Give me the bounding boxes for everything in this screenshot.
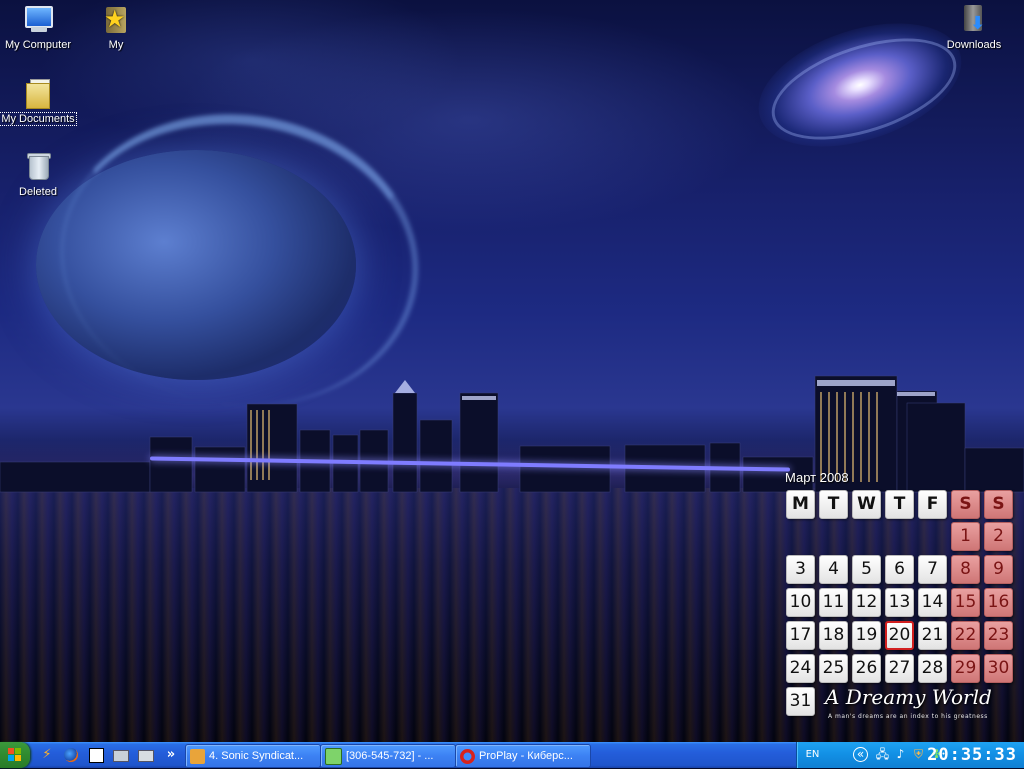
calendar-weekday-header: F — [918, 490, 947, 519]
system-tray: EN « 🖧 ♪ ⛨ ✤ 20:35:33 — [796, 742, 1024, 768]
calendar-day[interactable]: 18 — [819, 621, 848, 650]
calendar-day[interactable]: 14 — [918, 588, 947, 617]
calendar-day[interactable]: 10 — [786, 588, 815, 617]
firefox-icon[interactable] — [62, 746, 80, 764]
network-monitor-icon[interactable]: 🖧 — [875, 747, 890, 762]
shield-icon[interactable]: ⛨ — [911, 747, 926, 762]
task-button-label: 4. Sonic Syndicat... — [209, 750, 304, 762]
calendar-day-today[interactable]: 20 — [885, 621, 914, 650]
calendar-weekday-header: S — [951, 490, 980, 519]
calendar-day[interactable]: 17 — [786, 621, 815, 650]
calendar-brand: A Dreamy World — [825, 685, 992, 709]
task-button-label: ProPlay - Киберс... — [479, 750, 573, 762]
desktop-icon-label: Deleted — [19, 186, 57, 198]
calendar-day[interactable]: 15 — [951, 588, 980, 617]
desktop-icon-my[interactable]: ★ My — [78, 3, 154, 51]
calendar-motto: A man's dreams are an index to his great… — [828, 713, 988, 720]
calendar-day[interactable]: 9 — [984, 555, 1013, 584]
recycle-bin-icon — [22, 150, 54, 182]
task-button-chat[interactable]: [306-545-732] - ... — [320, 744, 456, 768]
desktop-icon-my-documents[interactable]: My Documents — [0, 77, 77, 126]
calendar-day[interactable]: 3 — [786, 555, 815, 584]
calendar-day[interactable]: 30 — [984, 654, 1013, 683]
favorites-folder-icon: ★ — [104, 5, 126, 33]
desktop-icon-label: My Documents — [0, 112, 77, 126]
task-button-label: [306-545-732] - ... — [346, 750, 434, 762]
language-indicator[interactable]: EN — [805, 747, 820, 762]
calendar-day[interactable]: 25 — [819, 654, 848, 683]
calendar-day[interactable]: 2 — [984, 522, 1013, 551]
start-button[interactable] — [0, 742, 30, 768]
calendar-day[interactable]: 13 — [885, 588, 914, 617]
calendar-weekday-header: T — [819, 490, 848, 519]
calendar-day[interactable]: 16 — [984, 588, 1013, 617]
task-button-winamp[interactable]: 4. Sonic Syndicat... — [185, 744, 321, 768]
sound-icon[interactable]: ♪ — [893, 747, 908, 762]
desktop[interactable]: My Computer ★ My My Documents Deleted ⬇ … — [0, 0, 1024, 742]
network-icon[interactable] — [112, 746, 130, 764]
desktop-icon-my-computer[interactable]: My Computer — [0, 3, 76, 51]
desktop-icon-deleted[interactable]: Deleted — [0, 150, 76, 198]
calendar-day[interactable]: 24 — [786, 654, 815, 683]
desktop-icon-label: Downloads — [946, 39, 1002, 51]
windows-logo-icon — [8, 748, 22, 762]
calendar-day[interactable]: 7 — [918, 555, 947, 584]
calendar-day[interactable]: 22 — [951, 621, 980, 650]
calendar-day[interactable]: 5 — [852, 555, 881, 584]
downloads-folder-icon: ⬇ — [958, 3, 990, 35]
calendar-day[interactable]: 8 — [951, 555, 980, 584]
desktop-icon-label: My Computer — [4, 39, 72, 51]
calendar-day[interactable]: 19 — [852, 621, 881, 650]
calendar-weekday-header: W — [852, 490, 881, 519]
computer-icon — [22, 3, 54, 35]
clock[interactable]: 20:35:33 — [927, 745, 1017, 765]
desktop-icon-downloads[interactable]: ⬇ Downloads — [936, 3, 1012, 51]
calendar-day[interactable]: 29 — [951, 654, 980, 683]
winamp-icon[interactable]: ⚡ — [38, 746, 56, 764]
opera-icon — [460, 748, 475, 764]
calendar-day[interactable]: 26 — [852, 654, 881, 683]
calendar-day[interactable]: 12 — [852, 588, 881, 617]
calendar-weekday-header: S — [984, 490, 1013, 519]
winamp-icon — [190, 748, 205, 764]
calendar-day[interactable]: 23 — [984, 621, 1013, 650]
chat-icon — [325, 747, 342, 765]
calendar-day[interactable]: 11 — [819, 588, 848, 617]
taskbar: ⚡ » 4. Sonic Syndicat... [306-545-732] -… — [0, 742, 1024, 768]
calendar-day[interactable]: 6 — [885, 555, 914, 584]
calendar-day[interactable]: 1 — [951, 522, 980, 551]
calendar-weekday-header: T — [885, 490, 914, 519]
documents-folder-icon — [22, 77, 54, 109]
quick-launch-overflow[interactable]: » — [162, 746, 180, 764]
media-icon[interactable] — [87, 746, 105, 764]
calendar-day[interactable]: 31 — [786, 687, 815, 716]
desktop-icon-label: My — [108, 39, 124, 51]
calendar-day[interactable]: 21 — [918, 621, 947, 650]
calendar-day[interactable]: 27 — [885, 654, 914, 683]
printer-icon[interactable] — [137, 746, 155, 764]
calendar-weekday-header: M — [786, 490, 815, 519]
task-button-opera[interactable]: ProPlay - Киберс... — [455, 744, 591, 768]
calendar-title: Март 2008 — [785, 470, 849, 485]
calendar-day[interactable]: 4 — [819, 555, 848, 584]
calendar-day[interactable]: 28 — [918, 654, 947, 683]
tray-expand-button[interactable]: « — [853, 747, 868, 762]
